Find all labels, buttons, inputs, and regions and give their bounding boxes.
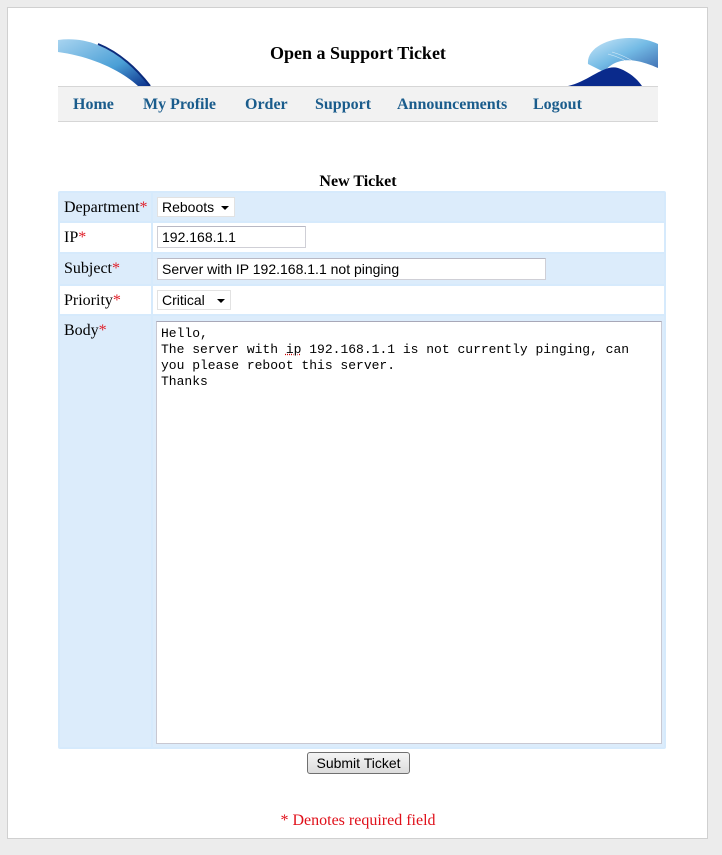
header-banner: Open a Support Ticket (58, 34, 658, 86)
priority-row: Priority* Critical (60, 286, 664, 314)
department-select[interactable]: Reboots (157, 197, 235, 217)
form-title: New Ticket (319, 173, 397, 190)
dropdown-arrow-icon (221, 206, 229, 210)
ticket-form-table: Department* Reboots IP* 192.168.1.1 Subj… (58, 191, 666, 749)
subject-row: Subject* Server with IP 192.168.1.1 not … (60, 254, 664, 284)
body-row: Body* Hello, The server with ip 192.168.… (60, 316, 664, 747)
priority-label: Priority* (60, 286, 151, 314)
required-marker: * (78, 229, 87, 246)
subject-input[interactable]: Server with IP 192.168.1.1 not pinging (157, 258, 546, 280)
page-title: Open a Support Ticket (270, 43, 446, 63)
nav-support[interactable]: Support (315, 96, 371, 114)
department-label: Department* (60, 193, 151, 221)
body-label: Body* (60, 316, 151, 747)
required-field-note: * Denotes required field (280, 812, 436, 829)
body-textarea[interactable]: Hello, The server with ip 192.168.1.1 is… (156, 321, 662, 744)
department-value: Reboots (162, 199, 215, 215)
nav-my-profile[interactable]: My Profile (143, 96, 216, 114)
dropdown-arrow-icon (217, 299, 225, 303)
required-marker: * (139, 199, 148, 216)
submit-ticket-button[interactable]: Submit Ticket (307, 752, 410, 774)
nav-order[interactable]: Order (245, 96, 288, 114)
required-marker: * (112, 260, 120, 277)
ip-input[interactable]: 192.168.1.1 (157, 226, 306, 248)
nav-bar: Home My Profile Order Support Announceme… (58, 86, 658, 122)
nav-logout[interactable]: Logout (533, 96, 582, 114)
nav-announcements[interactable]: Announcements (397, 96, 507, 114)
department-row: Department* Reboots (60, 193, 664, 221)
priority-select[interactable]: Critical (157, 290, 231, 310)
required-marker: * (98, 322, 107, 339)
misspelled-word: ip (285, 342, 302, 357)
ip-row: IP* 192.168.1.1 (60, 223, 664, 252)
required-marker: * (112, 292, 121, 309)
subject-label: Subject* (60, 254, 151, 284)
ip-label: IP* (60, 223, 151, 252)
priority-value: Critical (162, 292, 205, 308)
nav-home[interactable]: Home (73, 96, 114, 114)
